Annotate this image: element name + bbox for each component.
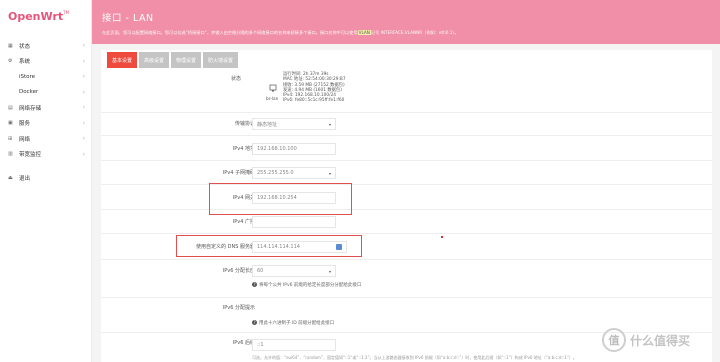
- ipv6-hint-hint: ? 用此十六进制子 ID 前缀分配给此接口: [252, 320, 335, 326]
- help-icon: ?: [252, 282, 257, 287]
- highlight-gateway-box: [209, 183, 352, 215]
- status-label: 状态: [231, 76, 242, 82]
- tab-advanced[interactable]: 高级设置: [139, 52, 170, 68]
- status-ipv6: IPv6: fe80::5c1c:95ff:fe1:f60: [283, 98, 345, 104]
- services-icon: ▣: [8, 120, 13, 127]
- netmask-select[interactable]: 255.255.255.0 ▾: [252, 167, 336, 179]
- form-row-protocol: 传输协议 静态地址 ▾: [101, 112, 712, 135]
- tab-firewall[interactable]: 防火墙设置: [203, 52, 239, 68]
- tab-physical[interactable]: 物理设置: [171, 52, 202, 68]
- form-row-ipv6-length: IPv6 分配长度 60 ▾ ? 将每个公共 IPv6 前缀的给定长度部分分配给此接…: [101, 259, 712, 297]
- ipv6-suffix-input[interactable]: ::1: [252, 339, 336, 351]
- broadcast-input[interactable]: [252, 216, 336, 228]
- tab-bar: 基本设置 高级设置 物理设置 防火墙设置: [107, 52, 239, 68]
- status-section: 状态 br-lan 运行时间: 2h 37m 39s MAC 地址: 52:54…: [101, 72, 712, 114]
- header: 接口 - LAN 在此页面，您可以配置网络接口。您可以勾选“桥接接口”，并输入由…: [92, 0, 720, 44]
- sidebar-item-services[interactable]: ▣ 服务 ›: [0, 116, 91, 132]
- openwrt-logo[interactable]: OpenWrtTM: [0, 0, 91, 38]
- sidebar-item-nas[interactable]: ▤ 网络存储 ›: [0, 100, 91, 116]
- chevron-right-icon: ›: [82, 42, 85, 50]
- watermark-text: 什么值得买: [630, 333, 691, 348]
- ipv6-length-select[interactable]: 60 ▾: [252, 265, 336, 277]
- chevron-right-icon: ›: [82, 57, 85, 65]
- bandwidth-icon: ▥: [8, 151, 13, 158]
- sidebar-item-istore[interactable]: iStore ›: [0, 69, 91, 85]
- protocol-select[interactable]: 静态地址 ▾: [252, 118, 336, 130]
- chevron-right-icon: ›: [82, 150, 85, 158]
- sidebar-item-system[interactable]: ⚙ 系统 ›: [0, 54, 91, 70]
- gear-icon: ⚙: [8, 58, 13, 65]
- tab-basic[interactable]: 基本设置: [107, 52, 138, 68]
- chevron-down-icon: ▾: [328, 171, 331, 176]
- chevron-right-icon: ›: [82, 119, 85, 127]
- storage-icon: ▤: [8, 104, 13, 111]
- status-details: 运行时间: 2h 37m 39s MAC 地址: 52:54:00:30:29:…: [283, 72, 346, 104]
- logo-tm: TM: [63, 10, 70, 15]
- sidebar-item-status[interactable]: ▦ 状态 ›: [0, 38, 91, 54]
- sidebar-item-bandwidth[interactable]: ▥ 带宽监控 ›: [0, 147, 91, 163]
- ipv6-length-hint: ? 将每个公共 IPv6 前缀的给定长度部分分配给此接口: [252, 282, 362, 288]
- vlan-highlight: VLAN: [357, 30, 371, 35]
- sidebar-item-docker[interactable]: Docker ›: [0, 85, 91, 101]
- page-title: 接口 - LAN: [102, 13, 154, 24]
- page-description: 在此页面，您可以配置网络接口。您可以勾选“桥接接口”，并输入由空格分隔的多个网络…: [102, 30, 459, 35]
- chevron-down-icon: ▾: [328, 122, 331, 127]
- form-row-netmask: IPv4 子网掩码 255.255.255.0 ▾: [101, 160, 712, 184]
- logo-text: OpenWrt: [8, 10, 64, 23]
- chevron-right-icon: ›: [82, 135, 85, 143]
- highlight-dns-box: [176, 235, 362, 257]
- sidebar-item-logout[interactable]: ⏏ 退出: [0, 170, 91, 186]
- form-row-broadcast: IPv4 广播: [101, 209, 712, 233]
- sidebar: OpenWrtTM ▦ 状态 › ⚙ 系统 › iStore › Docker › ▤ 网络存…: [0, 0, 92, 362]
- ipv6-suffix-help: 可选，允许的值：“eui64”、“random”、固定值如“::1”或“::1:…: [252, 355, 577, 360]
- ipv4-address-input[interactable]: 192.168.10.100: [252, 143, 336, 155]
- chevron-right-icon: ›: [82, 88, 85, 96]
- chevron-right-icon: ›: [82, 73, 85, 81]
- ipv6-hint-label: IPv6 分配提示: [222, 305, 255, 311]
- interface-name: br-lan: [266, 97, 279, 102]
- form-row-gateway: IPv4 网关 192.168.10.254: [101, 184, 712, 209]
- help-icon: ?: [252, 320, 257, 325]
- main-panel: 基本设置 高级设置 物理设置 防火墙设置 状态 br-lan 运行时间: 2h …: [101, 50, 712, 362]
- sidebar-item-network[interactable]: ⊞ 网络 ›: [0, 131, 91, 147]
- watermark-logo-icon: 值: [602, 328, 626, 352]
- status-mac: MAC 地址: 52:54:00:30:29:B7: [283, 77, 346, 83]
- logout-icon: ⏏: [8, 174, 13, 181]
- ethernet-icon: [269, 84, 277, 92]
- chevron-down-icon: ▾: [328, 269, 331, 274]
- sidebar-nav: ▦ 状态 › ⚙ 系统 › iStore › Docker › ▤ 网络存储 › ▣ 服务 › ⊞ 网…: [0, 38, 91, 186]
- watermark: 值 什么值得买: [602, 322, 714, 358]
- red-dot: [441, 236, 443, 238]
- netmask-label: IPv4 子网掩码: [222, 170, 255, 176]
- dashboard-icon: ▦: [8, 42, 13, 49]
- form-row-ipv4-address: IPv4 地址 192.168.10.100: [101, 135, 712, 160]
- network-icon: ⊞: [8, 135, 13, 142]
- ipv6-length-label: IPv6 分配长度: [222, 268, 255, 274]
- chevron-right-icon: ›: [82, 104, 85, 112]
